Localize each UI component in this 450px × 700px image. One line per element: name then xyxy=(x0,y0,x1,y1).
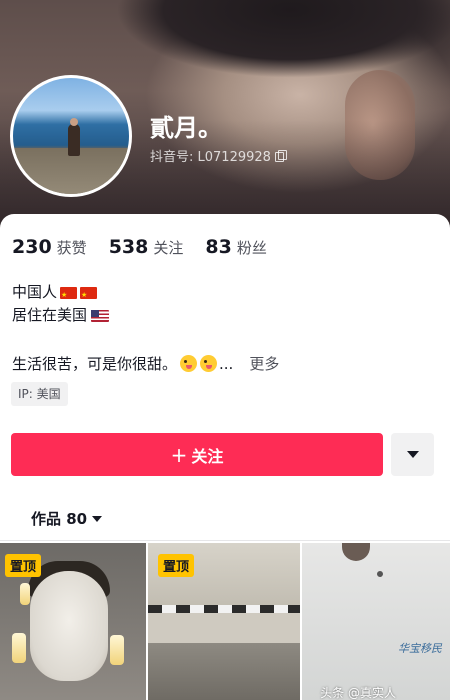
video-grid: 置顶 置顶 xyxy=(0,543,450,700)
caret-down-icon xyxy=(92,515,103,522)
tab-works[interactable]: 作品 80 xyxy=(31,508,103,529)
avatar-person xyxy=(68,124,80,156)
bio-line-2-text: 居住在美国 xyxy=(12,306,88,324)
baby-bottle-icon xyxy=(110,635,124,665)
bio-line-2: 居住在美国 xyxy=(12,304,110,327)
stat-likes-value: 230 xyxy=(12,236,52,258)
follow-button[interactable]: + 关注 xyxy=(11,433,383,476)
ip-location-badge: IP: 美国 xyxy=(11,382,68,406)
stat-following-value: 538 xyxy=(108,236,149,258)
more-options-button[interactable] xyxy=(391,433,434,476)
follow-button-label: 关注 xyxy=(191,446,224,466)
bio-ellipsis: ... xyxy=(219,354,234,373)
tongue-face-icon xyxy=(200,355,218,372)
bio: 中国人 居住在美国 xyxy=(12,281,110,327)
tab-works-label: 作品 80 xyxy=(31,510,88,528)
douyin-id-text: 抖音号: L07129928 xyxy=(150,150,271,165)
stat-followers-label: 粉丝 xyxy=(236,239,267,257)
stats-row: 230 获赞 538 关注 83 粉丝 xyxy=(12,236,267,258)
bio-more-link[interactable]: 更多 xyxy=(249,353,279,374)
video-tile[interactable] xyxy=(302,543,450,700)
pinned-badge: 置顶 xyxy=(158,554,195,577)
tile-head xyxy=(342,543,370,561)
pinned-badge: 置顶 xyxy=(5,554,42,577)
baby-bottle-icon xyxy=(12,633,26,663)
tile-face xyxy=(30,571,108,681)
watermark-logo: 华宝移民 xyxy=(398,642,442,655)
douyin-id-row[interactable]: 抖音号: L07129928 xyxy=(150,146,287,165)
stat-likes[interactable]: 230 获赞 xyxy=(12,236,87,258)
caret-down-icon xyxy=(406,451,419,458)
usa-flag-icon xyxy=(91,309,110,322)
video-tile[interactable]: 置顶 xyxy=(0,543,146,700)
video-tile[interactable]: 置顶 xyxy=(148,543,300,700)
bio-line-3-text: 生活很苦，可是你很甜。 xyxy=(12,355,178,373)
tile-floor xyxy=(148,643,300,700)
tile-spot xyxy=(377,571,383,577)
bio-line-1: 中国人 xyxy=(12,281,109,307)
tab-divider xyxy=(0,540,450,541)
stat-following-label: 关注 xyxy=(153,239,184,257)
tile-wall xyxy=(148,613,300,643)
baby-bottle-icon xyxy=(20,583,30,605)
tongue-face-icon xyxy=(180,355,198,372)
bio-line-3[interactable]: 生活很苦，可是你很甜。 ... 更多 xyxy=(12,353,279,374)
stat-likes-label: 获赞 xyxy=(56,239,87,257)
stat-followers[interactable]: 83 粉丝 xyxy=(205,236,266,258)
bio-line-1-text: 中国人 xyxy=(12,283,58,301)
stat-following[interactable]: 538 关注 xyxy=(109,236,184,258)
profile-name: 貳月。 xyxy=(150,114,222,142)
china-flag-icon xyxy=(60,284,78,307)
stat-followers-value: 83 xyxy=(205,236,232,258)
avatar-person-head xyxy=(70,118,78,126)
copy-icon[interactable] xyxy=(274,150,287,162)
tile-stripe xyxy=(148,605,300,613)
plus-icon: + xyxy=(170,442,188,467)
china-flag-icon xyxy=(80,284,98,307)
watermark-credit: 头条 @真实人 xyxy=(320,686,396,700)
avatar[interactable] xyxy=(10,75,132,197)
